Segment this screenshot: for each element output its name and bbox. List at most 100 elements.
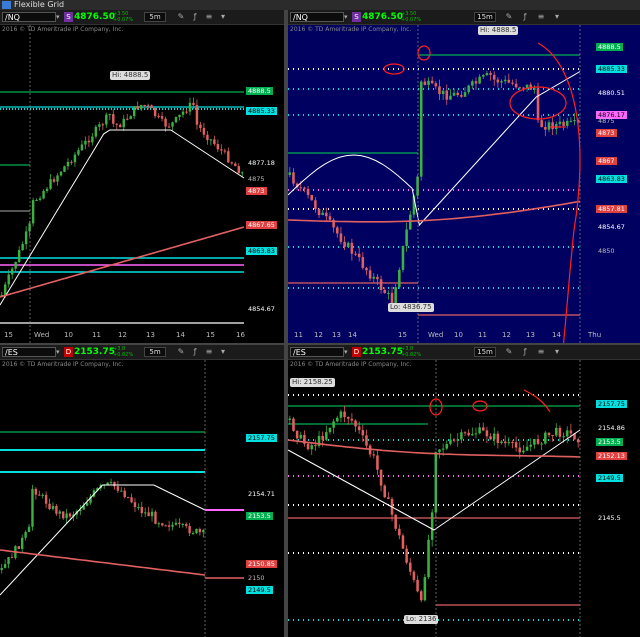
candle-body — [503, 79, 507, 82]
symbol-input[interactable]: /ES — [2, 347, 56, 357]
candle-body — [154, 511, 157, 524]
chart-panel-es-15m[interactable]: /ES ▾ D 2153.75 +3.0 +0.02% 15m ✎ ƒ ≡ ▾ 2… — [288, 345, 640, 637]
candle-body — [390, 292, 394, 304]
symbol-input[interactable]: /NQ — [2, 12, 56, 22]
chevron-down-icon[interactable]: ▾ — [344, 347, 351, 357]
chart-panel-nq-15m[interactable]: /NQ ▾ S 4876.50 +3.50 +0.07% 15m ✎ ƒ ≡ ▾ … — [288, 10, 640, 343]
candle-body — [481, 75, 485, 77]
candle-body — [108, 114, 112, 116]
candle-body — [59, 171, 63, 176]
price-chart[interactable] — [288, 360, 640, 637]
chart-area[interactable]: 2016 © TD Ameritrade IP Company, Inc. 21… — [0, 360, 284, 637]
chart-settings-icon[interactable]: ≡ — [204, 12, 214, 22]
candle-body — [288, 418, 292, 420]
chart-settings-icon[interactable]: ≡ — [536, 347, 546, 357]
candle-body — [463, 432, 467, 434]
candle-body — [379, 279, 383, 290]
time-axis-tick: 12 — [118, 331, 127, 339]
studies-icon[interactable]: ƒ — [520, 347, 530, 357]
candle-body — [73, 154, 77, 163]
moving-average-line — [288, 71, 581, 227]
candle-body — [525, 446, 529, 451]
candle-body — [206, 134, 209, 141]
candle-body — [438, 86, 441, 95]
candle-body — [157, 116, 160, 118]
grid-splitter-horizontal[interactable] — [0, 343, 640, 345]
drawing-tool-icon[interactable]: ✎ — [504, 12, 514, 22]
chart-settings-icon[interactable]: ≡ — [204, 347, 214, 357]
chart-panel-es-5m[interactable]: /ES ▾ D 2153.75 +3.0 +0.02% 5m ✎ ƒ ≡ ▾ 20… — [0, 345, 284, 637]
options-icon[interactable]: ▾ — [218, 347, 228, 357]
studies-icon[interactable]: ƒ — [190, 12, 200, 22]
chart-panel-nq-5m[interactable]: /NQ ▾ S 4876.50 +3.50 +0.07% 5m ✎ ƒ ≡ ▾ 2… — [0, 10, 284, 343]
options-icon[interactable]: ▾ — [218, 12, 228, 22]
candle-body — [171, 122, 174, 127]
candle-body — [34, 488, 38, 495]
price-axis-label: 4867.65 — [246, 221, 277, 229]
candle-body — [489, 73, 492, 75]
drawing-tool-icon[interactable]: ✎ — [176, 12, 186, 22]
candle-body — [150, 105, 153, 109]
candle-body — [438, 449, 441, 453]
price-change: +3.50 +0.07% — [401, 11, 422, 23]
candle-body — [372, 454, 376, 456]
studies-icon[interactable]: ƒ — [190, 347, 200, 357]
copyright-text: 2016 © TD Ameritrade IP Company, Inc. — [290, 26, 412, 33]
moving-average-line — [288, 200, 581, 223]
time-axis-tick: Wed — [34, 331, 50, 339]
candle-body — [383, 485, 387, 498]
studies-icon[interactable]: ƒ — [520, 12, 530, 22]
time-axis-tick: 10 — [64, 331, 73, 339]
symbol-input[interactable]: /NQ — [290, 12, 344, 22]
price-chart[interactable] — [288, 25, 640, 343]
candle-body — [500, 441, 503, 443]
timeframe-select[interactable]: 5m — [144, 12, 166, 22]
candle-body — [507, 442, 511, 444]
timeframe-select[interactable]: 5m — [144, 347, 166, 357]
price-axis-label: 2157.75 — [596, 400, 627, 408]
candle-body — [80, 144, 84, 151]
grid-splitter-vertical[interactable] — [284, 10, 288, 637]
drawing-tool-icon[interactable]: ✎ — [504, 347, 514, 357]
candle-body — [62, 511, 65, 519]
price-axis-label: 4863.83 — [246, 247, 277, 255]
candle-body — [350, 242, 354, 254]
chevron-down-icon[interactable]: ▾ — [344, 12, 351, 22]
candle-body — [562, 121, 565, 126]
chart-settings-icon[interactable]: ≡ — [536, 12, 546, 22]
price-axis-label: 4854.67 — [598, 223, 625, 231]
time-axis-tick: 11 — [92, 331, 101, 339]
link-badge-icon[interactable]: S — [352, 12, 361, 22]
candle-body — [150, 511, 154, 517]
link-badge-icon[interactable]: D — [64, 347, 73, 357]
options-icon[interactable]: ▾ — [552, 12, 562, 22]
time-axis-tick: 12 — [314, 331, 323, 339]
chart-area[interactable]: 2016 © TD Ameritrade IP Company, Inc. Hi… — [0, 25, 284, 343]
moving-average-line — [0, 484, 206, 596]
price-chart[interactable] — [0, 360, 284, 637]
timeframe-select[interactable]: 15m — [474, 12, 496, 22]
options-icon[interactable]: ▾ — [552, 347, 562, 357]
candle-body — [119, 124, 122, 128]
candle-body — [136, 106, 139, 110]
chevron-down-icon[interactable]: ▾ — [56, 12, 63, 22]
candle-body — [503, 441, 507, 444]
app-icon — [2, 1, 11, 9]
candle-body — [569, 430, 573, 434]
chevron-down-icon[interactable]: ▾ — [56, 347, 63, 357]
candle-body — [299, 187, 303, 189]
candle-body — [116, 486, 120, 491]
link-badge-icon[interactable]: D — [352, 347, 361, 357]
timeframe-select[interactable]: 15m — [474, 347, 496, 357]
link-badge-icon[interactable]: S — [64, 12, 73, 22]
candle-body — [558, 121, 562, 125]
chart-area[interactable]: 2016 © TD Ameritrade IP Company, Inc. Hi… — [288, 25, 640, 343]
price-axis-label: 4885.33 — [596, 65, 627, 73]
candle-body — [471, 434, 474, 436]
chart-area[interactable]: 2016 © TD Ameritrade IP Company, Inc. Hi… — [288, 360, 640, 637]
drawing-tool-icon[interactable]: ✎ — [176, 347, 186, 357]
symbol-input[interactable]: /ES — [290, 347, 344, 357]
candle-body — [533, 439, 536, 445]
candle-body — [427, 539, 430, 578]
candle-body — [339, 411, 343, 418]
